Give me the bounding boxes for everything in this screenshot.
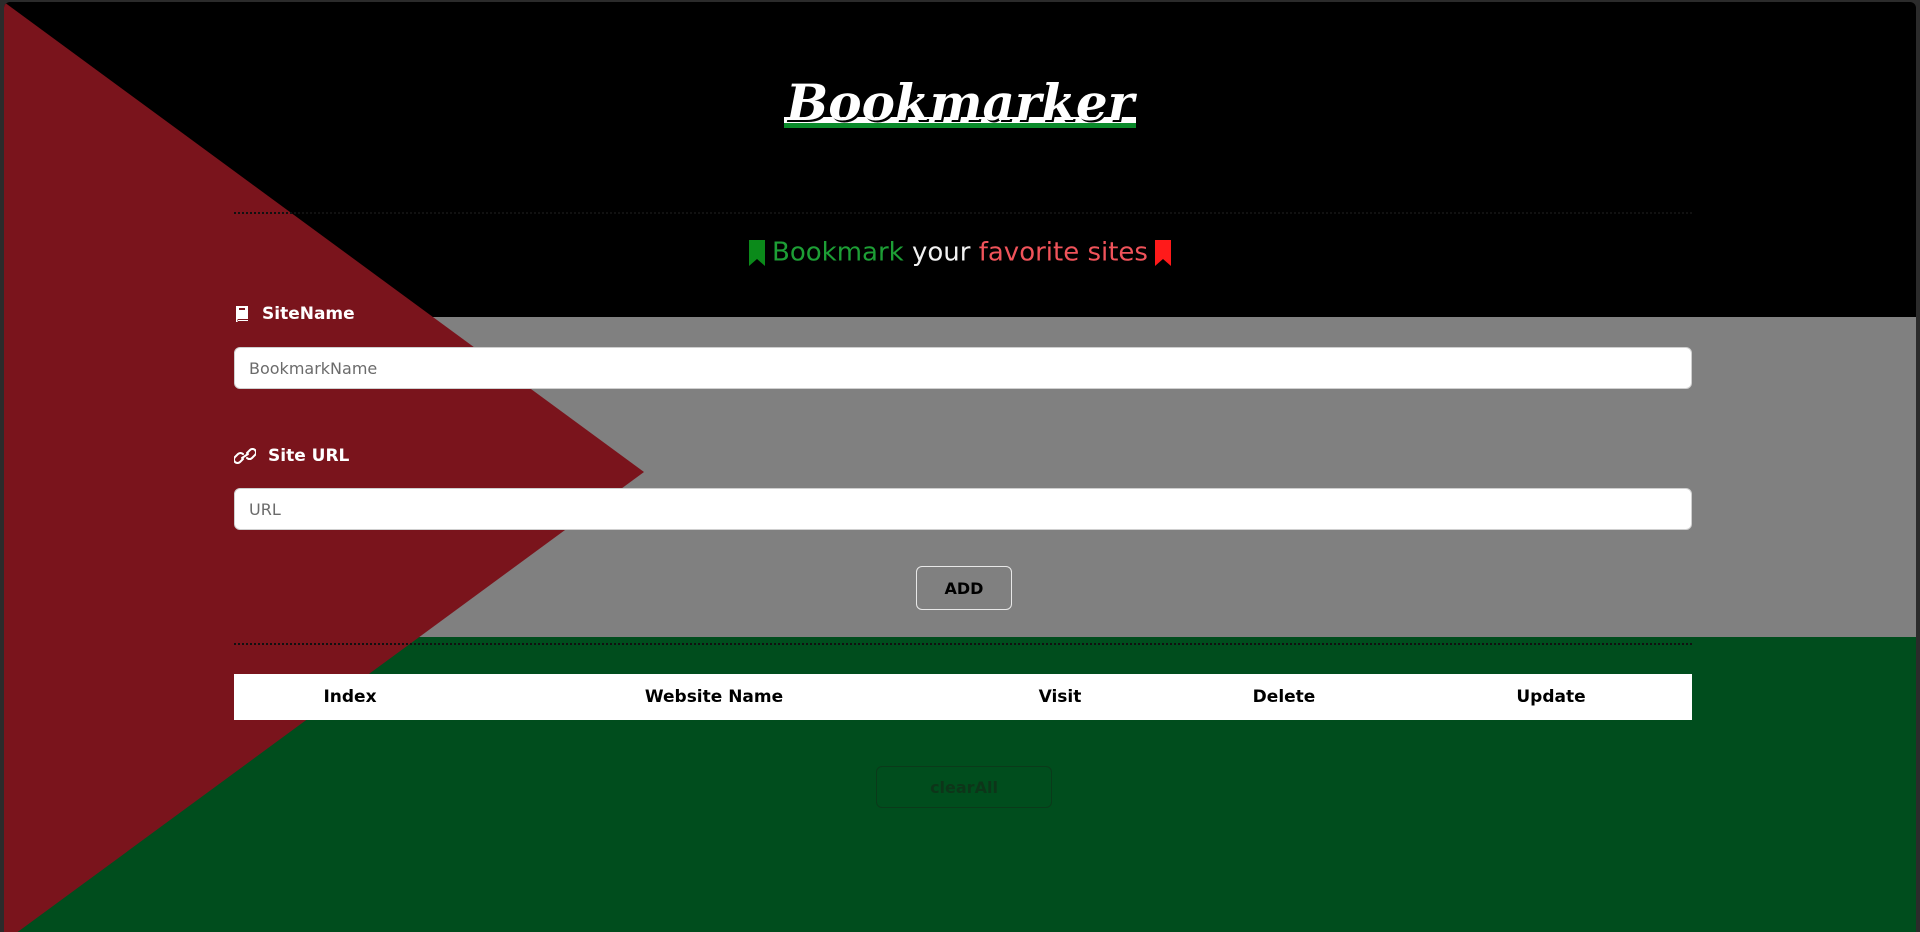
divider-top (234, 212, 1692, 214)
page-frame: Bookmarker Bookmark your favorite sites … (4, 2, 1916, 932)
tagline-favorite: favorite (978, 237, 1080, 268)
tagline-your: your (911, 237, 971, 268)
bookmark-icon (749, 239, 765, 266)
tagline-bookmark: Bookmark (772, 237, 904, 268)
clear-all-button[interactable]: clearAll (876, 766, 1052, 808)
site-name-label-text: SiteName (262, 304, 355, 324)
divider-bottom (234, 643, 1692, 645)
book-icon (236, 306, 248, 322)
column-header-delete: Delete (1252, 687, 1316, 707)
tagline: Bookmark your favorite sites (4, 234, 1916, 271)
tagline-sites: sites (1087, 237, 1148, 268)
logo: Bookmarker (4, 74, 1916, 132)
site-url-label: Site URL (234, 446, 349, 466)
site-url-label-text: Site URL (268, 446, 350, 466)
link-icon (234, 448, 256, 464)
bookmarks-table-header: Index Website Name Visit Delete Update (234, 674, 1692, 720)
column-header-update: Update (1516, 687, 1586, 707)
logo-text: Bookmarker (783, 73, 1137, 132)
bookmark-icon-right (1154, 239, 1171, 266)
main-content: Bookmarker Bookmark your favorite sites … (4, 2, 1916, 932)
column-header-visit: Visit (1038, 687, 1082, 707)
add-button[interactable]: ADD (916, 566, 1012, 610)
site-name-label: SiteName (234, 304, 355, 324)
column-header-index: Index (323, 687, 377, 707)
site-url-input[interactable] (234, 488, 1692, 530)
site-name-input[interactable] (234, 347, 1692, 389)
column-header-website-name: Website Name (644, 687, 784, 707)
